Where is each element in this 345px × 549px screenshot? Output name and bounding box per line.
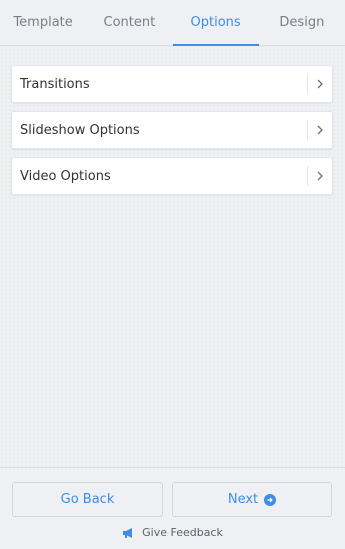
go-back-label: Go Back xyxy=(60,492,115,507)
go-back-button[interactable]: Go Back xyxy=(12,482,163,517)
give-feedback-label: Give Feedback xyxy=(142,526,223,539)
options-list: Transitions Slideshow Options Video Opti… xyxy=(11,65,333,203)
option-slideshow-options[interactable]: Slideshow Options xyxy=(11,111,333,149)
next-label: Next xyxy=(227,492,259,507)
next-button[interactable]: Next xyxy=(172,482,332,517)
option-label: Transitions xyxy=(20,76,90,92)
option-video-options[interactable]: Video Options xyxy=(11,157,333,195)
chevron-right-icon xyxy=(308,111,332,149)
chevron-right-icon xyxy=(308,65,332,103)
tab-content[interactable]: Content xyxy=(86,0,172,45)
tab-design[interactable]: Design xyxy=(259,0,345,45)
tab-template[interactable]: Template xyxy=(0,0,86,45)
option-transitions[interactable]: Transitions xyxy=(11,65,333,103)
tab-options[interactable]: Options xyxy=(172,0,260,46)
megaphone-icon xyxy=(122,527,136,539)
give-feedback-link[interactable]: Give Feedback xyxy=(0,526,345,539)
option-label: Slideshow Options xyxy=(20,122,140,138)
arrow-right-circle-icon xyxy=(264,493,277,506)
chevron-right-icon xyxy=(308,157,332,195)
footer: Go Back Next Give Feedback xyxy=(0,467,345,549)
tab-bar: Template Content Options Design xyxy=(0,0,345,46)
option-label: Video Options xyxy=(20,168,111,184)
